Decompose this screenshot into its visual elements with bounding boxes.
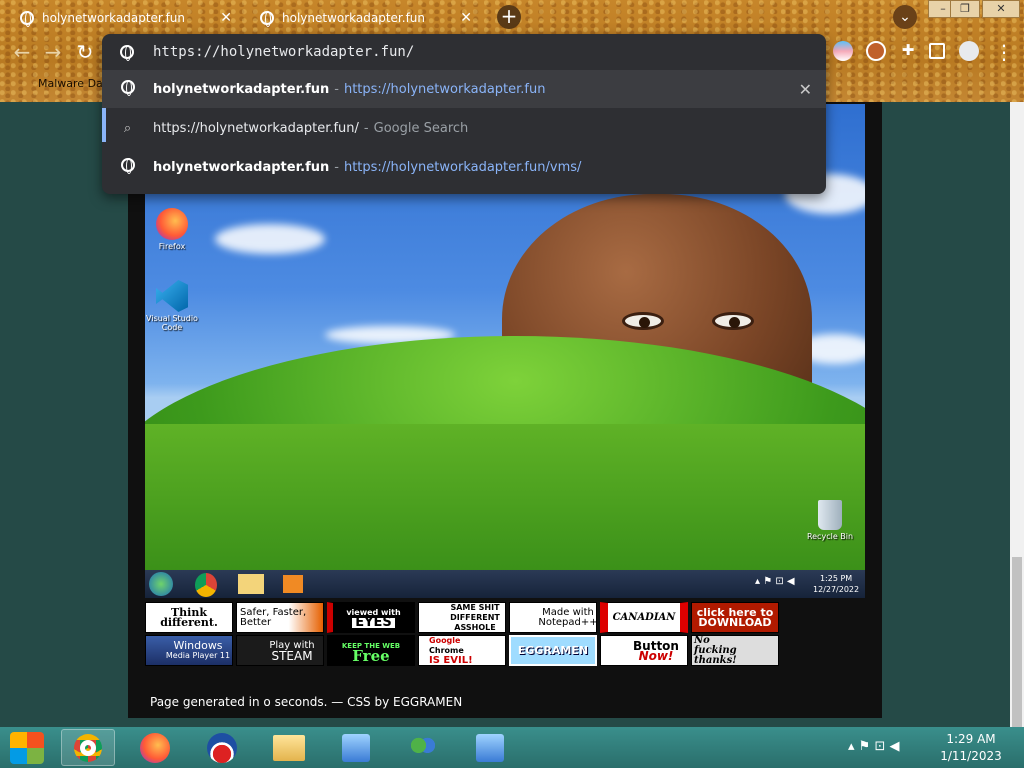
globe-icon (102, 80, 153, 98)
eye (712, 312, 754, 330)
search-icon: ⌕ (123, 120, 132, 136)
menu-dots-icon[interactable]: ⋮ (992, 40, 1016, 64)
desktop-icon-firefox[interactable]: Firefox (145, 208, 202, 251)
globe-icon (102, 158, 153, 176)
start-button[interactable] (0, 729, 54, 766)
badge-button-now[interactable]: Button Now! (600, 635, 688, 666)
taskbar-firefox[interactable] (128, 729, 182, 766)
firefox-icon (140, 732, 170, 763)
start-icon (10, 731, 44, 764)
cloud (215, 224, 325, 254)
taskbar-connect[interactable] (463, 729, 517, 766)
close-tab-icon[interactable]: ✕ (460, 10, 472, 26)
network-icon (342, 733, 370, 762)
maximize-button[interactable]: ❐ (950, 0, 980, 18)
vscode-icon (156, 280, 188, 312)
badge-grid: Think different. Safer, Faster, Better vie… (145, 602, 785, 666)
taskbar-app[interactable] (195, 729, 249, 766)
badge-steam[interactable]: Play with STEAM (236, 635, 324, 666)
globe-icon (260, 11, 274, 27)
reload-icon[interactable]: ↻ (73, 40, 97, 64)
badge-no-thanks[interactable]: No fucking thanks! (691, 635, 779, 666)
firefox-icon (156, 208, 188, 240)
folder-icon (238, 574, 264, 594)
omnibox-dropdown: https://holynetworkadapter.fun/ holynetw… (102, 34, 826, 194)
taskbar-network[interactable] (329, 729, 383, 766)
page-footer: Page generated in o seconds. — CSS by EG… (150, 695, 463, 709)
remove-suggestion-icon[interactable]: ✕ (799, 80, 812, 99)
forward-arrow-icon[interactable]: → (41, 40, 65, 64)
green-field (145, 424, 865, 570)
tab-1[interactable]: holynetworkadapter.fun ✕ (10, 4, 242, 32)
desktop-icon-recycle-bin[interactable]: Recycle Bin (800, 500, 860, 541)
users-icon (408, 734, 438, 761)
extension-icon[interactable] (833, 41, 853, 61)
badge-notepad[interactable]: Made with Notepad++ (509, 602, 597, 633)
badge-firefox[interactable]: Safer, Faster, Better (236, 602, 324, 633)
tray-icons[interactable]: ▴ ⚑ ⊡ ◀ (848, 739, 899, 754)
start-orb-icon (149, 572, 173, 596)
tab-title: holynetworkadapter.fun (42, 11, 186, 25)
address-input[interactable]: https://holynetworkadapter.fun/ (102, 34, 826, 70)
tab-search-button[interactable]: ⌄ (893, 5, 917, 29)
badge-eyes[interactable]: viewed with EYES (327, 602, 415, 633)
tab-2[interactable]: holynetworkadapter.fun ✕ (250, 4, 482, 32)
badge-canadian[interactable]: CANADIAN (600, 602, 688, 633)
profile-extension-icon[interactable] (866, 41, 886, 61)
tab-title: holynetworkadapter.fun (282, 11, 426, 25)
badge-eggramen[interactable]: EGGRAMEN (509, 635, 597, 666)
badge-ie[interactable]: SAME SHIT DIFFERENT ASSHOLE (418, 602, 506, 633)
badge-wmp[interactable]: Windows Media Player 11 (145, 635, 233, 666)
close-tab-icon[interactable]: ✕ (220, 10, 232, 26)
badge-free[interactable]: KEEP THE WEB Free (327, 635, 415, 666)
scrollbar-thumb[interactable] (1012, 557, 1022, 727)
eye (622, 312, 664, 330)
folder-icon (273, 734, 305, 761)
taskbar-chrome[interactable] (61, 729, 115, 766)
new-tab-button[interactable]: + (497, 5, 521, 29)
recycle-bin-icon (818, 500, 842, 530)
inner-tray-icons: ▴ ⚑ ⊡ ◀ (755, 576, 795, 587)
close-window-button[interactable]: ✕ (982, 0, 1020, 18)
chrome-icon (195, 573, 217, 597)
badge-think-different[interactable]: Think different. (145, 602, 233, 633)
app-icon (207, 732, 237, 763)
badge-download[interactable]: click here to DOWNLOAD (691, 602, 779, 633)
remote-icon (476, 733, 504, 762)
bookmark-item[interactable]: Malware Dat (38, 77, 107, 90)
globe-icon (20, 11, 34, 27)
desktop-icon-vscode[interactable]: Visual Studio Code (145, 280, 202, 332)
taskbar-explorer[interactable] (262, 729, 316, 766)
system-clock[interactable]: 1:29 AM 1/11/2023 (936, 731, 1006, 765)
suggestion-2[interactable]: ⌕ https://holynetworkadapter.fun/- Google… (102, 109, 826, 147)
scrollbar[interactable] (1010, 102, 1024, 727)
inner-clock: 1:25 PM 12/27/2022 (813, 574, 860, 594)
media-icon (283, 575, 303, 593)
account-avatar[interactable] (959, 41, 979, 61)
puzzle-icon[interactable]: ✚ (898, 41, 918, 61)
badge-chrome-evil[interactable]: Google Chrome IS EVIL! (418, 635, 506, 666)
suggestion-3[interactable]: holynetworkadapter.fun - https://holynetwo… (102, 148, 826, 186)
back-arrow-icon[interactable]: ← (10, 40, 34, 64)
chrome-icon (74, 733, 102, 762)
side-panel-icon[interactable] (929, 43, 945, 59)
taskbar-users[interactable] (396, 729, 450, 766)
suggestion-1[interactable]: holynetworkadapter.fun - https://holynetwo… (102, 70, 826, 108)
inner-taskbar: 1:25 PM 12/27/2022 ▴ ⚑ ⊡ ◀ (145, 570, 865, 598)
